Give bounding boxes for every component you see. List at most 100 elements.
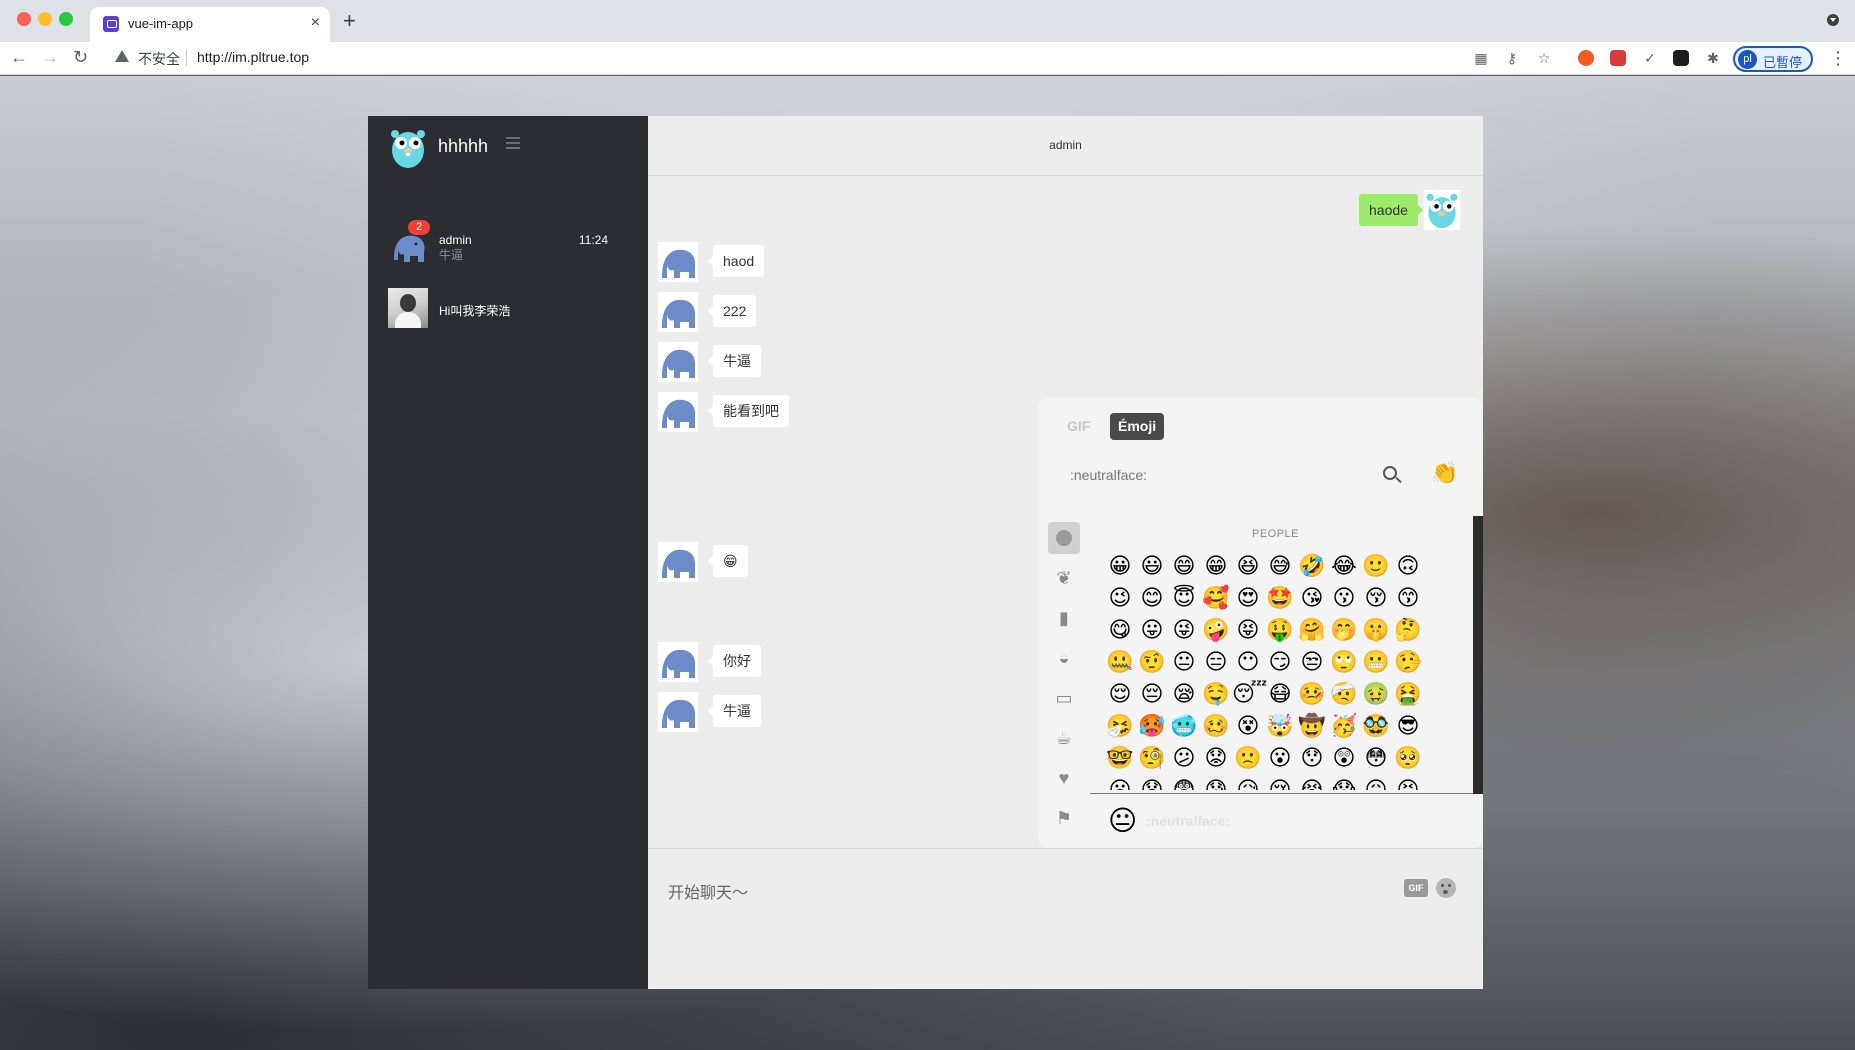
- emoji-cell[interactable]: 🤭: [1328, 614, 1360, 646]
- window-close-button[interactable]: [17, 12, 31, 26]
- emoji-cell[interactable]: 😢: [1264, 774, 1296, 790]
- emoji-cell[interactable]: 😄: [1168, 550, 1200, 582]
- emoji-cell[interactable]: 🤢: [1360, 678, 1392, 710]
- emoji-cell[interactable]: 😦: [1104, 774, 1136, 790]
- message-bubble[interactable]: 你好: [708, 645, 761, 677]
- elephant-avatar[interactable]: [658, 242, 698, 282]
- ball-icon[interactable]: ◒: [1048, 642, 1080, 674]
- emoji-cell[interactable]: 😷: [1264, 678, 1296, 710]
- emoji-cell[interactable]: 🤮: [1392, 678, 1424, 710]
- emoji-cell[interactable]: 🙄: [1328, 646, 1360, 678]
- emoji-cell[interactable]: 😇: [1168, 582, 1200, 614]
- emoji-cell[interactable]: 😶: [1232, 646, 1264, 678]
- emoji-cell[interactable]: 🥶: [1168, 710, 1200, 742]
- message-input[interactable]: 开始聊天～: [668, 879, 748, 903]
- emoji-cell[interactable]: 🤩: [1264, 582, 1296, 614]
- window-zoom-button[interactable]: [59, 12, 73, 26]
- gif-button[interactable]: GIF: [1404, 879, 1428, 897]
- emoji-cell[interactable]: 🤒: [1296, 678, 1328, 710]
- emoji-cell[interactable]: 😑: [1200, 646, 1232, 678]
- elephant-avatar[interactable]: [658, 642, 698, 682]
- emoji-cell[interactable]: 🙂: [1360, 550, 1392, 582]
- emoji-cell[interactable]: 🤐: [1104, 646, 1136, 678]
- key-icon[interactable]: ⚷: [1504, 50, 1520, 66]
- emoji-cell[interactable]: 😨: [1168, 774, 1200, 790]
- emoji-cell[interactable]: 😎: [1392, 710, 1424, 742]
- emoji-search-input[interactable]: :neutralface:: [1070, 467, 1147, 483]
- my-message-bubble[interactable]: haode: [1359, 194, 1423, 226]
- address-bar[interactable]: http://im.pltrue.top: [197, 49, 309, 65]
- emoji-cell[interactable]: 😰: [1200, 774, 1232, 790]
- message-input-area[interactable]: 开始聊天～ GIF: [648, 848, 1483, 989]
- emoji-cell[interactable]: 🥺: [1392, 742, 1424, 774]
- emoji-cell[interactable]: 🤨: [1136, 646, 1168, 678]
- search-icon[interactable]: [1383, 466, 1397, 480]
- emoji-cell[interactable]: 😧: [1136, 774, 1168, 790]
- emoji-cell[interactable]: 😟: [1200, 742, 1232, 774]
- emoji-cell[interactable]: 😒: [1296, 646, 1328, 678]
- tab-close-button[interactable]: ×: [311, 14, 320, 32]
- emoji-cell[interactable]: 😳: [1360, 742, 1392, 774]
- gopher-avatar[interactable]: [388, 126, 428, 170]
- extension-1-icon[interactable]: [1578, 50, 1594, 66]
- emoji-cell[interactable]: 😣: [1392, 774, 1424, 790]
- emoji-cell[interactable]: 😃: [1136, 550, 1168, 582]
- elephant-avatar[interactable]: [658, 542, 698, 582]
- emoji-cell[interactable]: 🤔: [1392, 614, 1424, 646]
- emoji-cell[interactable]: 😥: [1232, 774, 1264, 790]
- emoji-cell[interactable]: 😊: [1136, 582, 1168, 614]
- emoji-cell[interactable]: 😭: [1296, 774, 1328, 790]
- emoji-cell[interactable]: 🙃: [1392, 550, 1424, 582]
- tab-gif[interactable]: GIF: [1067, 418, 1090, 434]
- emoji-cell[interactable]: 😵: [1232, 710, 1264, 742]
- star-icon[interactable]: ☆: [1536, 50, 1552, 66]
- emoji-cell[interactable]: 😌: [1104, 678, 1136, 710]
- message-bubble[interactable]: 牛逼: [708, 345, 761, 377]
- emoji-cell[interactable]: 😔: [1136, 678, 1168, 710]
- emoji-cell[interactable]: 🤣: [1296, 550, 1328, 582]
- emoji-cell[interactable]: 🥰: [1200, 582, 1232, 614]
- emoji-cell[interactable]: 😗: [1328, 582, 1360, 614]
- emoji-cell[interactable]: 🥸: [1360, 710, 1392, 742]
- elephant-avatar[interactable]: [658, 342, 698, 382]
- emoji-cell[interactable]: 😐: [1168, 646, 1200, 678]
- emoji-cell[interactable]: 😱: [1328, 774, 1360, 790]
- security-status[interactable]: 不安全: [138, 49, 180, 69]
- back-button[interactable]: ←: [10, 46, 28, 68]
- new-tab-button[interactable]: +: [343, 8, 356, 34]
- emoji-cell[interactable]: 🤓: [1104, 742, 1136, 774]
- extension-4-icon[interactable]: [1673, 50, 1689, 66]
- menu-icon[interactable]: [506, 137, 520, 152]
- browser-tab[interactable]: vue-im-app ×: [90, 7, 330, 42]
- emoji-cell[interactable]: 😁: [1200, 550, 1232, 582]
- emoji-cell[interactable]: 😚: [1360, 582, 1392, 614]
- emoji-cell[interactable]: 🤗: [1296, 614, 1328, 646]
- emoji-cell[interactable]: 🙁: [1232, 742, 1264, 774]
- emoji-cell[interactable]: 🤠: [1296, 710, 1328, 742]
- emoji-cell[interactable]: 🤥: [1392, 646, 1424, 678]
- emoji-cell[interactable]: 😲: [1328, 742, 1360, 774]
- emoji-cell[interactable]: 😕: [1168, 742, 1200, 774]
- car-icon[interactable]: ▭: [1048, 682, 1080, 714]
- emoji-cell[interactable]: 🤧: [1104, 710, 1136, 742]
- emoji-cell[interactable]: 😆: [1232, 550, 1264, 582]
- emoji-cell[interactable]: 😝: [1232, 614, 1264, 646]
- message-bubble[interactable]: 牛逼: [708, 695, 761, 727]
- qr-code-icon[interactable]: ▦: [1473, 50, 1489, 66]
- emoji-cell[interactable]: 😪: [1168, 678, 1200, 710]
- gopher-avatar[interactable]: [1422, 190, 1462, 230]
- puzzle-extension-icon[interactable]: ✱: [1705, 50, 1721, 66]
- message-bubble[interactable]: 能看到吧: [708, 395, 789, 427]
- elephant-avatar[interactable]: [658, 292, 698, 332]
- leaf-icon[interactable]: ❦: [1048, 562, 1080, 594]
- emoji-cell[interactable]: 😯: [1296, 742, 1328, 774]
- emoji-cell[interactable]: 🧐: [1136, 742, 1168, 774]
- emoji-cell[interactable]: 🤫: [1360, 614, 1392, 646]
- extension-3-icon[interactable]: ✓: [1642, 50, 1658, 66]
- contact-item-lironghao[interactable]: Hi叫我李荣浩: [368, 288, 648, 338]
- emoji-cell[interactable]: 🥳: [1328, 710, 1360, 742]
- emoji-cell[interactable]: 😙: [1392, 582, 1424, 614]
- browser-menu-icon[interactable]: ⋮: [1829, 48, 1847, 68]
- extension-2-icon[interactable]: [1610, 50, 1626, 66]
- tab-emoji[interactable]: Émoji: [1110, 413, 1165, 440]
